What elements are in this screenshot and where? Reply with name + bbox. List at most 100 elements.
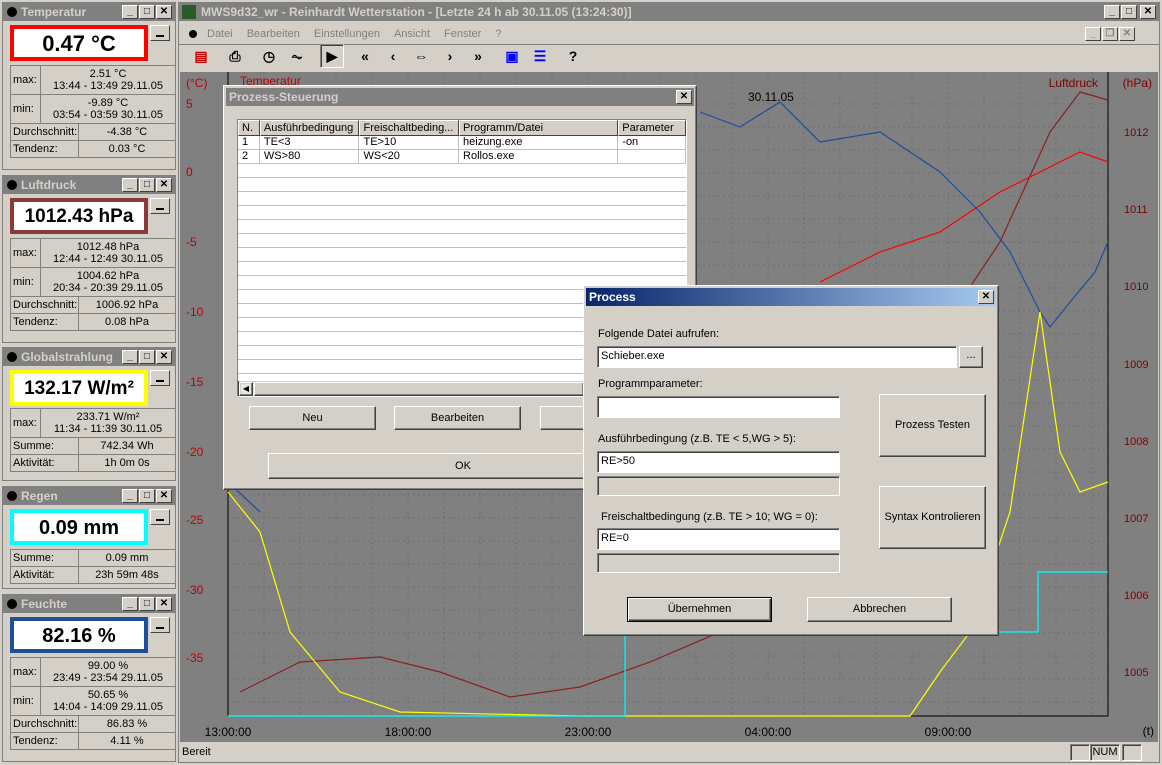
radiation-stats: max: 233.71 W/m² 11:34 - 11:39 30.11.05 Su… <box>10 408 176 472</box>
table-cell: TE>10 <box>359 136 460 150</box>
panel-title: Feuchte <box>21 597 68 611</box>
menu-help[interactable]: ? <box>495 28 501 40</box>
minimize-button[interactable]: _ <box>1104 5 1120 19</box>
column-header[interactable]: Programm/Datei <box>459 120 619 136</box>
file-input[interactable]: Schieber.exe <box>597 346 957 368</box>
minimize-button[interactable]: _ <box>122 489 138 503</box>
close-button[interactable]: ✕ <box>156 489 172 503</box>
tile-icon[interactable]: ☰ <box>528 44 552 68</box>
table-cell: -on <box>618 136 686 150</box>
humidity-titlebar[interactable]: Feuchte _ □ ✕ <box>3 595 175 613</box>
maximize-button[interactable]: □ <box>139 489 155 503</box>
last-icon[interactable]: » <box>466 44 490 68</box>
table-cell: 2 <box>238 150 260 164</box>
prozess-titlebar[interactable]: Prozess-Steuerung ✕ <box>226 88 694 106</box>
minimize-button[interactable]: _ <box>122 597 138 611</box>
print-icon[interactable]: ⎙ <box>223 44 247 68</box>
table-row[interactable]: 1 TE<3 TE>10 heizung.exe -on <box>238 136 686 150</box>
edit-process-button[interactable]: Bearbeiten <box>394 406 521 430</box>
minimize-value-button[interactable] <box>150 25 170 41</box>
child-restore-button[interactable]: ❐ <box>1102 27 1118 41</box>
maximize-button[interactable]: □ <box>139 178 155 192</box>
cancel-button[interactable]: Abbrechen <box>807 597 952 622</box>
temperature-titlebar[interactable]: Temperatur _ □ ✕ <box>3 3 175 21</box>
child-close-button[interactable]: ✕ <box>1119 27 1135 41</box>
column-header[interactable]: Freischaltbeding... <box>359 120 460 136</box>
table-header: N. Ausführbedingung Freischaltbeding... Pro… <box>238 120 686 136</box>
rain-titlebar[interactable]: Regen _ □ ✕ <box>3 487 175 505</box>
column-header[interactable]: Parameter <box>618 120 686 136</box>
help-icon[interactable]: ? <box>561 44 585 68</box>
chart-icon[interactable]: ▤ <box>189 44 213 68</box>
release-condition-result <box>597 553 840 573</box>
new-process-button[interactable]: Neu <box>249 406 376 430</box>
close-button[interactable]: ✕ <box>156 5 172 19</box>
radiation-titlebar[interactable]: Globalstrahlung _ □ ✕ <box>3 348 175 366</box>
column-header[interactable]: N. <box>238 120 260 136</box>
process-titlebar[interactable]: Process ✕ <box>586 288 996 306</box>
maximize-button[interactable]: □ <box>1121 5 1137 19</box>
release-condition-input[interactable]: RE=0 <box>597 528 840 550</box>
pressure-stats: max: 1012.48 hPa 12:44 - 12:49 30.11.05 mi… <box>10 238 176 331</box>
browse-button[interactable]: ... <box>959 346 983 368</box>
maximize-button[interactable]: □ <box>139 350 155 364</box>
scroll-thumb[interactable] <box>254 382 584 396</box>
exec-condition-input[interactable]: RE>50 <box>597 451 840 473</box>
close-button[interactable]: ✕ <box>978 290 994 304</box>
maximize-button[interactable]: □ <box>139 597 155 611</box>
menu-datei[interactable]: Datei <box>207 28 233 40</box>
rain-stats: Summe: 0.09 mm Aktivität: 23h 59m 48s <box>10 549 176 584</box>
pressure-titlebar[interactable]: Luftdruck _ □ ✕ <box>3 176 175 194</box>
main-titlebar[interactable]: MWS9d32_wr - Reinhardt Wetterstation - [… <box>179 3 1159 21</box>
minimize-button[interactable]: _ <box>122 5 138 19</box>
table-row[interactable]: 2 WS>80 WS<20 Rollos.exe <box>238 150 686 164</box>
minimize-value-button[interactable] <box>150 198 170 214</box>
scroll-left-button[interactable]: ◀ <box>239 382 253 396</box>
minimize-button[interactable]: _ <box>122 350 138 364</box>
left-unit-label: (°C) <box>186 76 208 90</box>
menu-ansicht[interactable]: Ansicht <box>394 28 430 40</box>
prev-icon[interactable]: ‹ <box>381 44 405 68</box>
y2-tick-label: 1007 <box>1124 513 1148 525</box>
x-tick-label: 18:00:00 <box>385 725 432 739</box>
y2-tick-label: 1009 <box>1124 359 1148 371</box>
close-button[interactable]: ✕ <box>1140 5 1156 19</box>
menu-einstellungen[interactable]: Einstellungen <box>314 28 380 40</box>
first-icon[interactable]: « <box>353 44 377 68</box>
graph-icon[interactable]: ⏦ <box>285 44 309 68</box>
apply-button[interactable]: Übernehmen <box>627 597 772 622</box>
clock-icon[interactable]: ◷ <box>257 44 281 68</box>
y-tick-label: 5 <box>186 97 193 111</box>
close-button[interactable]: ✕ <box>676 90 692 104</box>
minimize-button[interactable]: _ <box>122 178 138 192</box>
y-tick-label: 0 <box>186 165 193 179</box>
check-syntax-button[interactable]: Syntax Kontrolieren <box>879 486 986 549</box>
minimize-value-button[interactable] <box>150 509 170 525</box>
status-cell <box>1122 744 1142 761</box>
app-icon <box>182 5 196 19</box>
minimize-value-button[interactable] <box>150 617 170 633</box>
menu-fenster[interactable]: Fenster <box>444 28 481 40</box>
right-unit-label: (hPa) <box>1122 76 1152 90</box>
close-button[interactable]: ✕ <box>156 350 172 364</box>
minimize-value-button[interactable] <box>150 370 170 386</box>
child-minimize-button[interactable]: _ <box>1085 27 1101 41</box>
maximize-button[interactable]: □ <box>139 5 155 19</box>
process-dialog: Process ✕ Folgende Datei aufrufen: Schie… <box>583 285 999 636</box>
x-axis-label: (t) <box>1142 724 1154 738</box>
cascade-icon[interactable]: ▣ <box>500 44 524 68</box>
y2-tick-label: 1012 <box>1124 127 1148 139</box>
column-header[interactable]: Ausführbedingung <box>259 120 360 136</box>
menu-bearbeiten[interactable]: Bearbeiten <box>247 28 300 40</box>
humidity-stats: max: 99.00 % 23:49 - 23:54 29.11.05 min: 50… <box>10 657 176 750</box>
next-icon[interactable]: › <box>438 44 462 68</box>
panel-title: Luftdruck <box>21 178 77 192</box>
x-tick-label: 23:00:00 <box>565 725 612 739</box>
param-input[interactable] <box>597 396 840 418</box>
test-process-button[interactable]: Prozess Testen <box>879 394 986 457</box>
close-button[interactable]: ✕ <box>156 178 172 192</box>
close-button[interactable]: ✕ <box>156 597 172 611</box>
range-icon[interactable]: ⇔ <box>409 44 433 68</box>
rain-value: 0.09 mm <box>10 509 148 545</box>
play-icon[interactable]: ▶ <box>320 44 344 68</box>
